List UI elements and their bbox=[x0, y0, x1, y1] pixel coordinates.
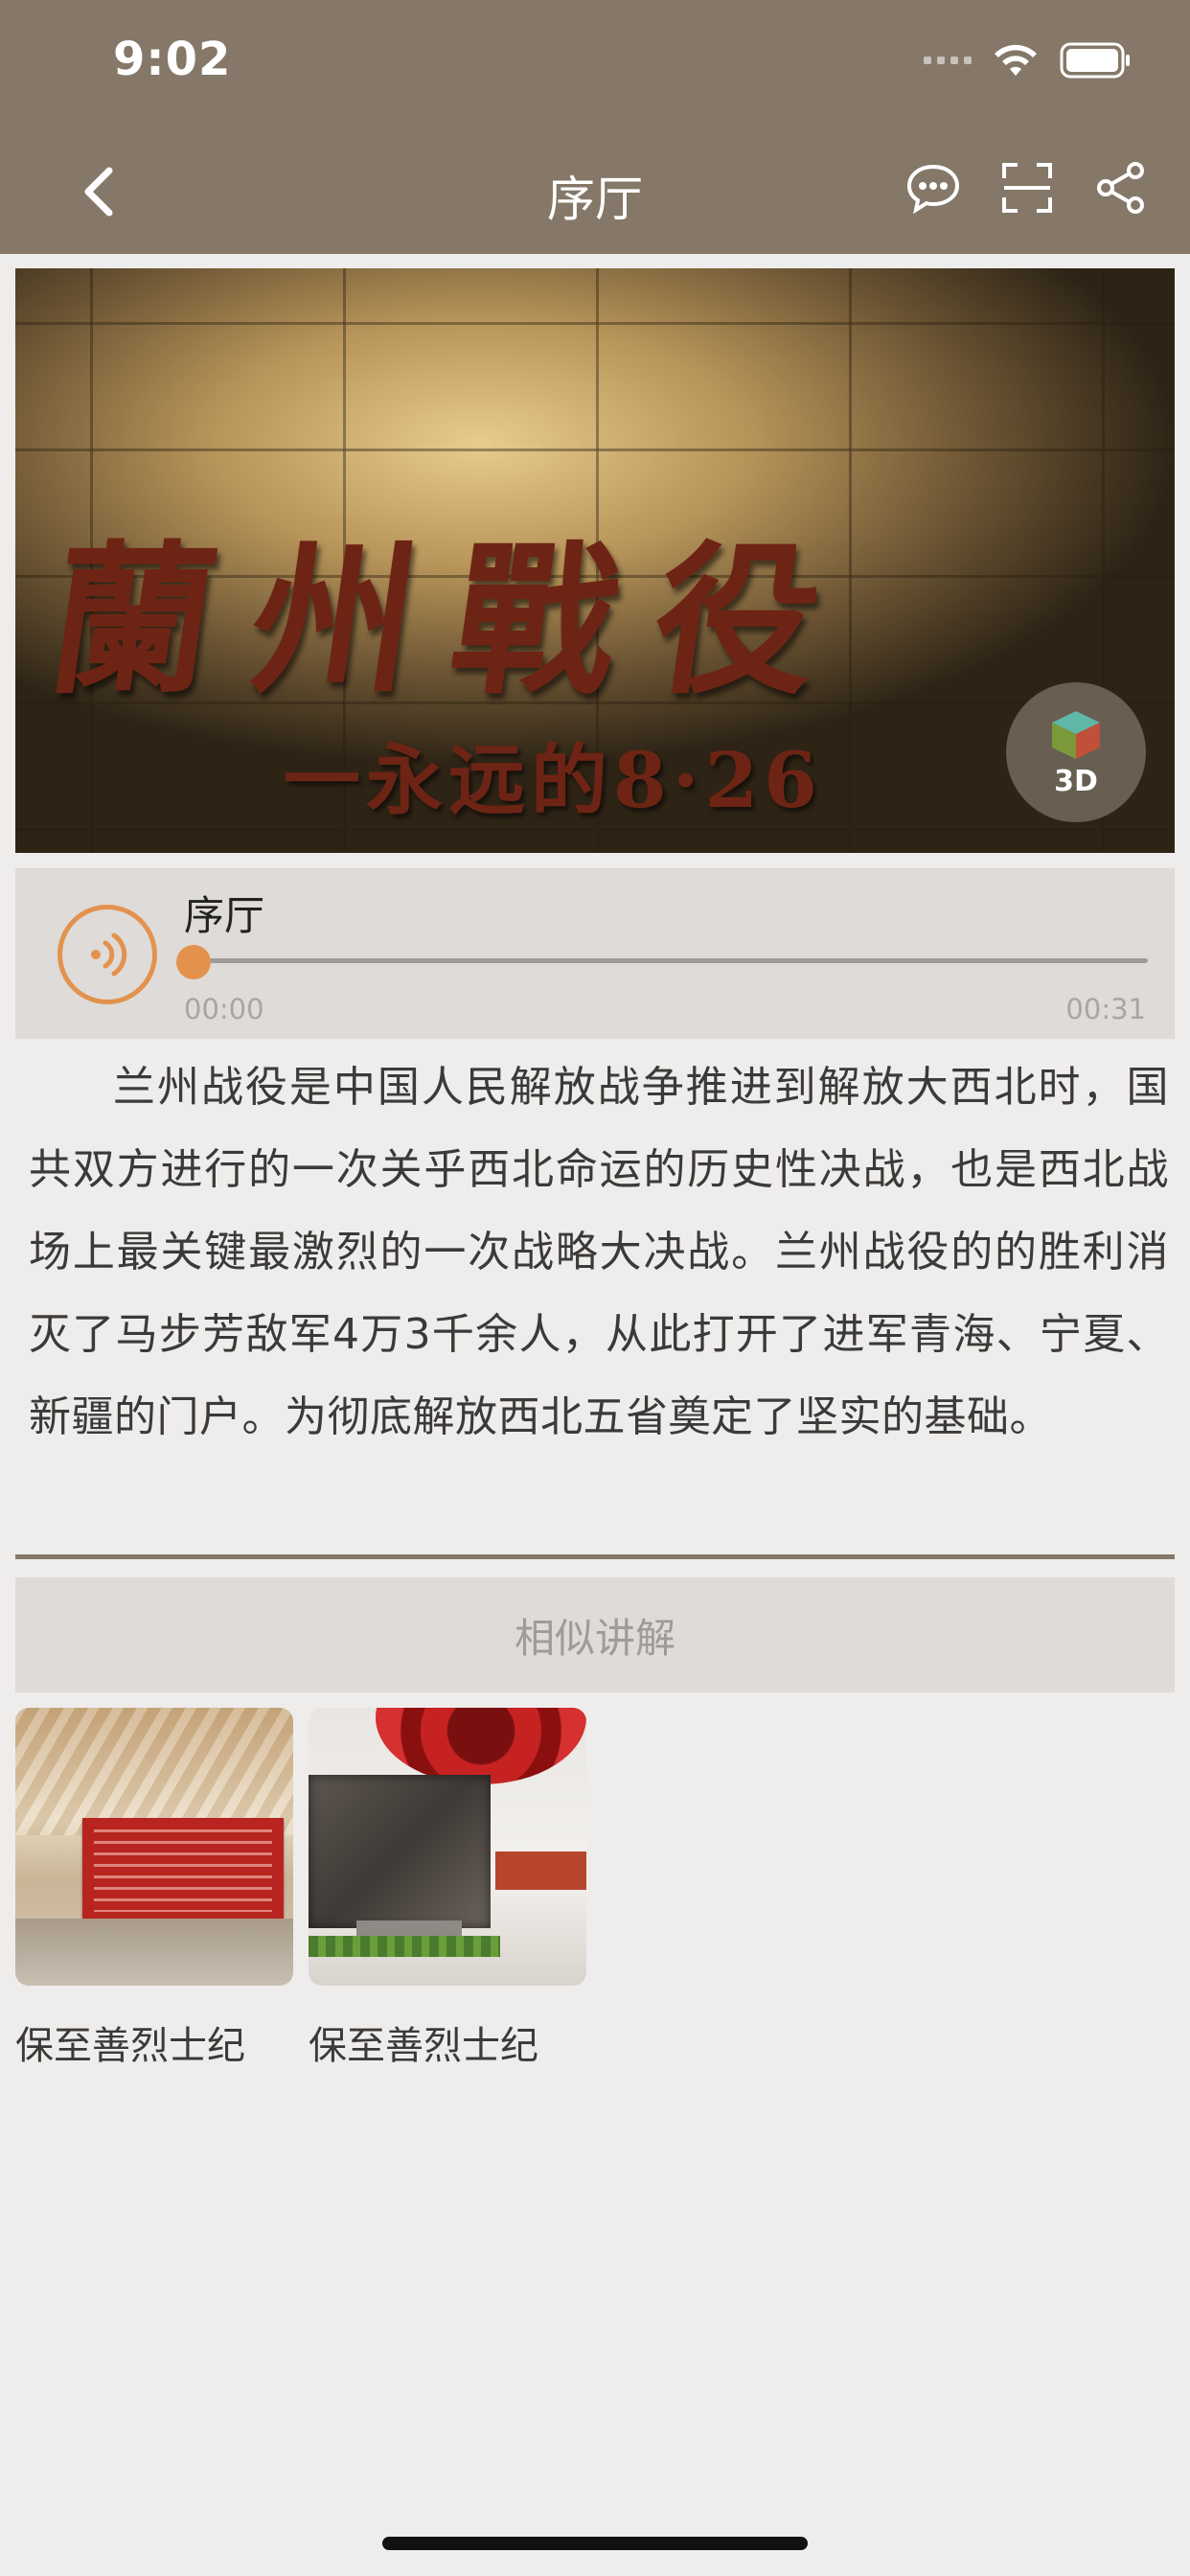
nav-actions bbox=[904, 159, 1150, 217]
similar-item-card[interactable]: 保至善烈士纪 bbox=[15, 1708, 293, 2070]
scan-button[interactable] bbox=[998, 159, 1056, 217]
audio-title: 序厅 bbox=[184, 892, 265, 939]
share-icon bbox=[1097, 162, 1144, 214]
home-indicator[interactable] bbox=[382, 2537, 808, 2550]
progress-knob[interactable] bbox=[176, 945, 211, 979]
comment-button[interactable] bbox=[904, 159, 962, 217]
audio-player: 序厅 00:00 00:31 bbox=[15, 868, 1175, 1039]
status-icons bbox=[924, 42, 1133, 79]
similar-item-thumbnail bbox=[15, 1708, 293, 1986]
similar-item-caption: 保至善烈士纪 bbox=[15, 2024, 245, 2068]
3d-view-button[interactable]: 3D bbox=[1006, 682, 1146, 822]
3d-label: 3D bbox=[1054, 764, 1098, 798]
comment-icon bbox=[906, 164, 960, 215]
wifi-icon bbox=[995, 44, 1037, 76]
hero-subtitle: 一永远的8·26 bbox=[284, 735, 823, 825]
play-button[interactable] bbox=[57, 905, 157, 1004]
scan-icon bbox=[1002, 163, 1052, 213]
similar-item-caption: 保至善烈士纪 bbox=[309, 2024, 538, 2068]
exhibit-description: 兰州战役是中国人民解放战争推进到解放大西北时，国共双方进行的一次关乎西北命运的历… bbox=[29, 1063, 1169, 1441]
similar-item-thumbnail bbox=[309, 1708, 586, 1986]
total-time: 00:31 bbox=[1065, 993, 1146, 1025]
status-time: 9:02 bbox=[113, 33, 232, 86]
top-bar: 9:02 序厅 bbox=[0, 0, 1190, 254]
hero-calligraphy: 蘭州戰役 bbox=[37, 525, 870, 717]
share-button[interactable] bbox=[1092, 159, 1150, 217]
progress-track[interactable] bbox=[199, 958, 1148, 963]
hero-image: 蘭州戰役 一永远的8·26 bbox=[15, 268, 1175, 853]
cube-icon bbox=[1052, 710, 1100, 759]
signal-icon bbox=[924, 57, 972, 64]
audio-wave-icon bbox=[91, 932, 127, 977]
current-time: 00:00 bbox=[184, 993, 264, 1025]
similar-item-card[interactable]: 保至善烈士纪 bbox=[309, 1708, 586, 2070]
section-divider bbox=[15, 1554, 1175, 1559]
similar-section-header: 相似讲解 bbox=[15, 1577, 1175, 1692]
battery-icon bbox=[1060, 42, 1130, 79]
